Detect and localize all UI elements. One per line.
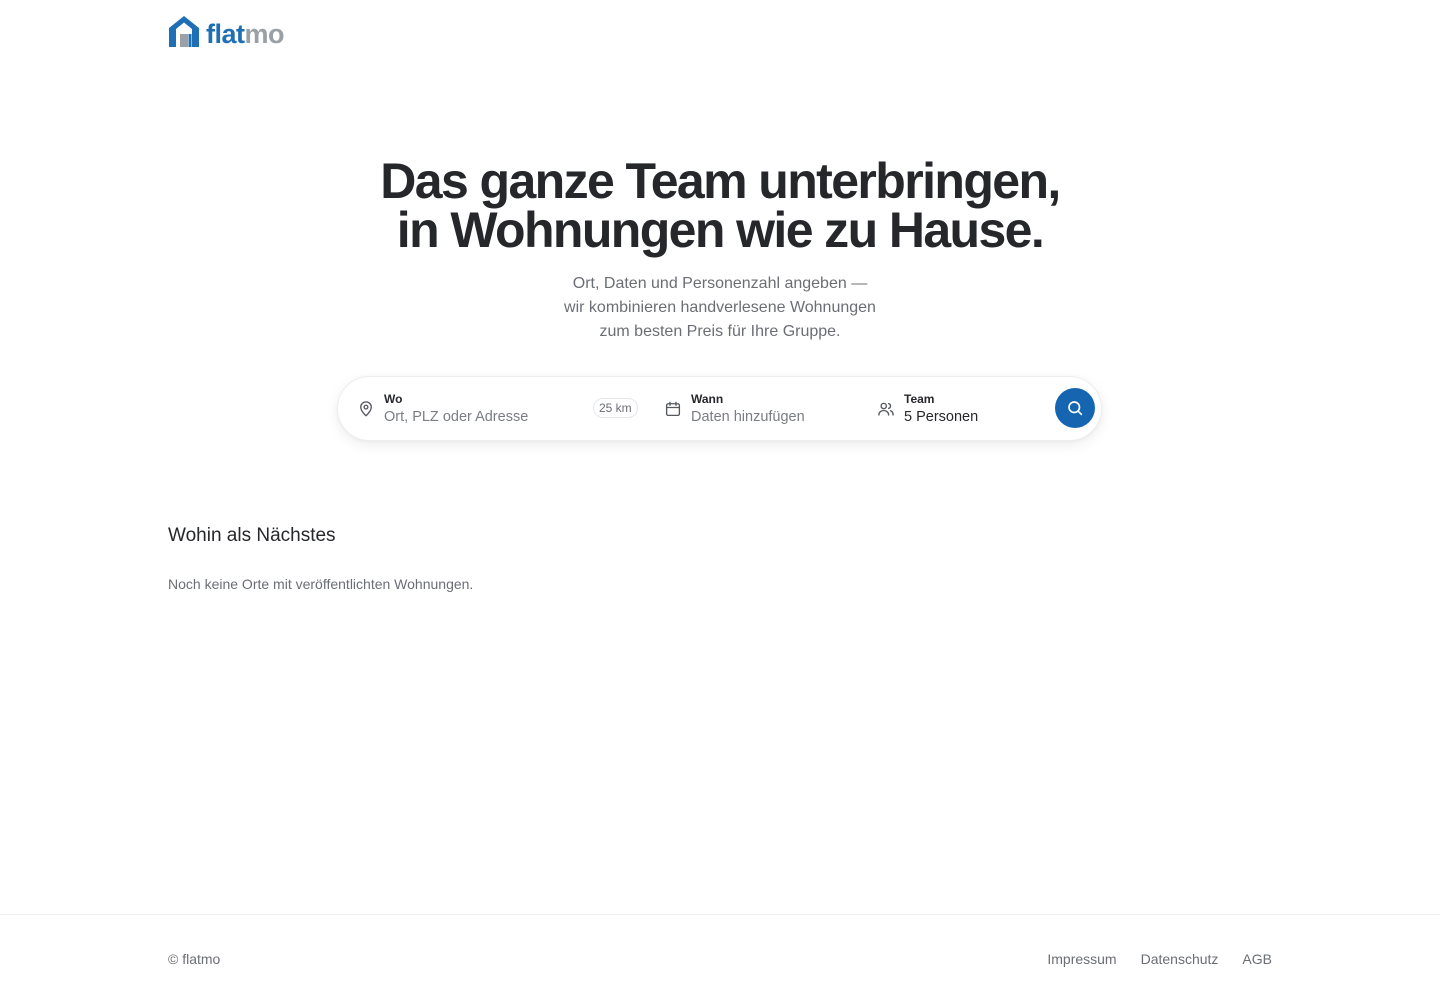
- empty-state-text: Noch keine Orte mit veröffentlichten Woh…: [168, 576, 474, 592]
- section-title: Wohin als Nächstes: [168, 525, 336, 546]
- calendar-icon: [665, 401, 681, 417]
- footer-link-impressum[interactable]: Impressum: [1047, 949, 1116, 969]
- radius-chip[interactable]: 25 km: [593, 398, 638, 418]
- location-input[interactable]: Ort, PLZ oder Adresse: [384, 409, 528, 425]
- hero-title: Das ganze Team unterbringen, in Wohnunge…: [0, 153, 1440, 258]
- footer-link-datenschutz[interactable]: Datenschutz: [1141, 949, 1219, 969]
- house-logo-icon: [169, 16, 199, 47]
- team-size-field[interactable]: Team 5 Personen: [875, 377, 1045, 440]
- hero-subtitle-line-2: wir kombinieren handverlesene Wohnungen: [564, 299, 876, 316]
- copyright: © flatmo: [168, 951, 221, 967]
- dates-field[interactable]: Wann Daten hinzufügen: [662, 377, 862, 440]
- hero-title-line-2: in Wohnungen wie zu Hause.: [396, 202, 1045, 258]
- team-label: Team: [904, 392, 935, 406]
- location-field[interactable]: Wo Ort, PLZ oder Adresse 25 km: [352, 377, 647, 440]
- logo-link[interactable]: flatmo: [168, 14, 284, 48]
- logo-text-flat: flat: [206, 19, 245, 49]
- search-button[interactable]: [1055, 388, 1095, 428]
- hero-subtitle-line-1: Ort, Daten und Personenzahl angeben —: [572, 275, 868, 292]
- logo-wordmark: flatmo: [206, 21, 284, 48]
- hero-title-line-1: Das ganze Team unterbringen,: [380, 153, 1061, 209]
- footer-links: Impressum Datenschutz AGB: [1047, 949, 1272, 969]
- search-bar: Wo Ort, PLZ oder Adresse 25 km Wann Date…: [337, 376, 1102, 441]
- map-pin-icon: [360, 401, 372, 417]
- search-icon: [1068, 401, 1083, 416]
- footer-link-agb[interactable]: AGB: [1242, 949, 1272, 969]
- team-size-value[interactable]: 5 Personen: [904, 409, 978, 425]
- footer: © flatmo Impressum Datenschutz AGB: [0, 914, 1440, 1000]
- dates-input[interactable]: Daten hinzufügen: [691, 409, 805, 425]
- logo-text-mo: mo: [244, 19, 285, 49]
- users-icon: [878, 402, 894, 416]
- dates-label: Wann: [691, 392, 724, 406]
- page: flatmo Das ganze Team unterbringen, in W…: [0, 0, 1440, 1000]
- hero-subtitle-line-3: zum besten Preis für Ihre Gruppe.: [599, 323, 841, 340]
- location-label: Wo: [384, 392, 403, 406]
- hero-subtitle: Ort, Daten und Personenzahl angeben — wi…: [0, 272, 1440, 344]
